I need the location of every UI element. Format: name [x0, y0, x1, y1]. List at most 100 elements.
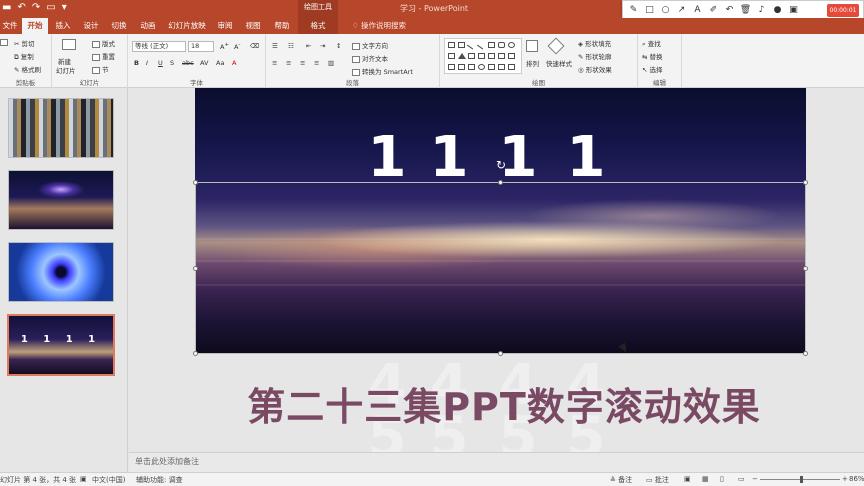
quick-styles-label[interactable]: 快速样式 [546, 58, 572, 68]
select-button[interactable]: ↖ 选择 [642, 64, 663, 74]
tab-view[interactable]: 视图 [240, 18, 266, 34]
zoom-out-icon[interactable]: − [752, 475, 758, 483]
more-shapes-icon[interactable] [508, 53, 515, 59]
align-center-icon[interactable]: ≡ [286, 59, 291, 67]
resize-handle[interactable] [193, 266, 198, 271]
text-direction-button[interactable]: 文字方向 [352, 40, 388, 50]
undo-icon[interactable]: ↶ [723, 5, 736, 15]
zoom-level[interactable]: 86% [849, 475, 864, 483]
triangle-shape-icon[interactable] [458, 53, 466, 59]
tab-insert[interactable]: 插入 [50, 18, 76, 34]
digit-2[interactable]: 1 [429, 123, 469, 193]
rectangle-icon[interactable]: □ [643, 5, 656, 15]
microphone-icon[interactable]: ● [771, 5, 784, 15]
tell-me-search[interactable]: ♢ 操作说明搜索 [344, 18, 414, 34]
undo-icon[interactable]: ↶ [17, 2, 25, 13]
resize-handle[interactable] [803, 351, 808, 356]
columns-icon[interactable]: ▥ [328, 59, 334, 67]
recording-timer[interactable]: 00:00:01 [827, 4, 859, 17]
increase-indent-icon[interactable]: ⇥ [320, 42, 325, 50]
highlighter-icon[interactable]: ✐ [707, 5, 720, 15]
textbox-shape-icon[interactable] [448, 42, 455, 48]
save-icon[interactable]: ▬ [2, 2, 11, 13]
tab-animations[interactable]: 动画 [134, 18, 162, 34]
strikethrough-icon[interactable]: abc [182, 59, 194, 67]
tab-format[interactable]: 格式 [298, 18, 338, 34]
find-button[interactable]: ⌕ 查找 [642, 38, 661, 49]
notes-toggle[interactable]: ≙ 备注 [610, 475, 632, 485]
slide-thumbnail-1[interactable] [8, 98, 114, 158]
align-text-button[interactable]: 对齐文本 [352, 53, 388, 63]
zoom-in-icon[interactable]: + [842, 475, 848, 483]
tab-file[interactable]: 文件 [0, 18, 20, 34]
pen-icon[interactable]: ✎ [627, 5, 640, 15]
tab-transitions[interactable]: 切换 [106, 18, 132, 34]
elbow-shape-icon[interactable] [468, 53, 475, 59]
line-spacing-icon[interactable]: ↕ [336, 42, 341, 50]
right-arrow-shape-icon[interactable] [488, 53, 495, 59]
smartart-button[interactable]: 转换为 SmartArt [352, 66, 413, 76]
slide-thumbnail-4[interactable]: 1 1 1 1 [7, 314, 115, 376]
reset-button[interactable]: 重置 [92, 51, 115, 61]
comments-toggle[interactable]: ▭ 批注 [646, 475, 669, 485]
font-color-icon[interactable]: A [232, 59, 236, 67]
digit-4[interactable]: 1 [566, 123, 606, 193]
bullets-icon[interactable]: ☰ [272, 42, 278, 50]
underline-icon[interactable]: U [158, 59, 163, 67]
font-size-select[interactable]: 18 [188, 41, 214, 52]
shapes-gallery[interactable] [444, 38, 522, 74]
tab-home[interactable]: 开始 [22, 18, 48, 34]
arc-shape-icon[interactable] [478, 64, 485, 70]
quick-styles-button[interactable] [547, 37, 565, 55]
arrange-button[interactable] [526, 40, 540, 52]
spelling-icon[interactable]: ▣ [80, 475, 87, 483]
shape-fill-button[interactable]: ◈ 形状填充 [578, 38, 611, 48]
rotate-handle-icon[interactable]: ↻ [496, 158, 506, 172]
change-case-icon[interactable]: Aa [216, 59, 224, 67]
spacing-icon[interactable]: AV [200, 59, 208, 67]
expand-gallery-icon[interactable] [508, 64, 515, 70]
slideshow-view-icon[interactable]: ▭ [738, 475, 745, 483]
rectangle-2-shape-icon[interactable] [448, 53, 455, 59]
normal-view-icon[interactable]: ▣ [684, 475, 691, 483]
resize-handle[interactable] [803, 180, 808, 185]
format-painter-button[interactable]: ✎ 格式刷 [14, 64, 41, 74]
grow-font-icon[interactable]: A+ [220, 42, 229, 51]
line-shape-icon[interactable] [466, 40, 477, 50]
oval-shape-icon[interactable] [508, 42, 515, 48]
italic-icon[interactable]: I [146, 59, 148, 67]
resize-handle[interactable] [803, 266, 808, 271]
text-icon[interactable]: A [691, 5, 704, 15]
resize-handle[interactable] [498, 351, 503, 356]
slide-thumbnail-2[interactable] [8, 170, 114, 230]
resize-handle[interactable] [193, 180, 198, 185]
numbering-icon[interactable]: ☷ [288, 42, 294, 50]
align-left-icon[interactable]: ≡ [272, 59, 277, 67]
shape-outline-button[interactable]: ✎ 形状轮廓 [578, 51, 612, 61]
trash-icon[interactable]: 🗑 [739, 5, 752, 15]
replace-button[interactable]: ⇆ 替换 [642, 51, 663, 61]
language-indicator[interactable]: 中文(中国) [92, 475, 125, 485]
redo-icon[interactable]: ↷ [32, 2, 40, 13]
digit-1[interactable]: 1 [367, 123, 407, 193]
layout-button[interactable]: 版式 [92, 38, 115, 48]
new-slide-icon[interactable] [62, 39, 78, 50]
bold-icon[interactable]: B [134, 59, 139, 67]
brace-shape-icon[interactable] [488, 64, 495, 70]
reading-view-icon[interactable]: ▯ [720, 475, 724, 483]
resize-handle[interactable] [498, 180, 503, 185]
rectangle-shape-icon[interactable] [488, 42, 495, 48]
align-right-icon[interactable]: ≡ [300, 59, 305, 67]
arrow-shape-icon[interactable] [476, 40, 487, 50]
zoom-slider-knob[interactable] [800, 476, 803, 483]
speaker-icon[interactable]: ♪ [755, 5, 768, 15]
section-button[interactable]: 节 [92, 64, 109, 74]
slide-thumbnail-3[interactable] [8, 242, 114, 302]
shadow-icon[interactable]: S [170, 59, 174, 67]
slide-sorter-icon[interactable]: ▦ [702, 475, 709, 483]
rounded-rectangle-shape-icon[interactable] [498, 42, 505, 48]
decrease-indent-icon[interactable]: ⇤ [306, 42, 311, 50]
shrink-font-icon[interactable]: A- [234, 42, 240, 51]
present-icon[interactable]: ▭ [46, 2, 55, 13]
textbox-vertical-shape-icon[interactable] [458, 42, 465, 48]
